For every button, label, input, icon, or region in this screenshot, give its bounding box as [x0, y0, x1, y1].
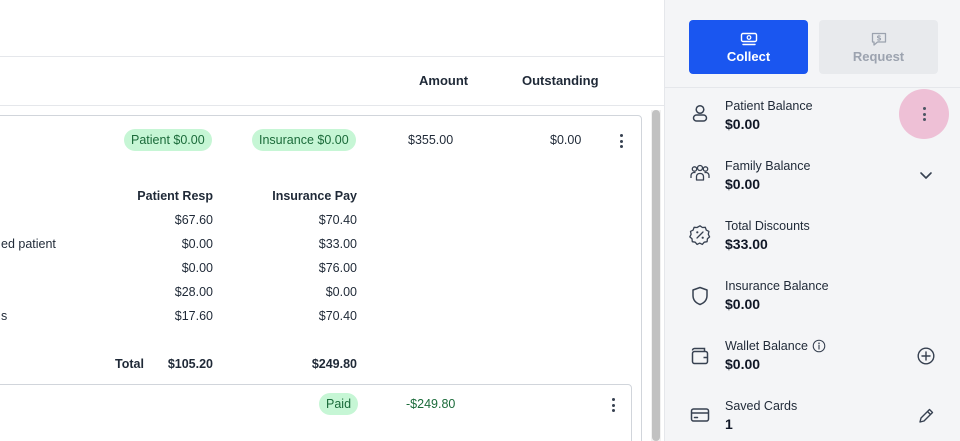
balance-label: Family Balance [725, 159, 811, 173]
balance-label: Patient Balance [725, 99, 813, 113]
balance-value: $0.00 [725, 116, 761, 132]
column-header-outstanding: Outstanding [522, 73, 599, 88]
balance-sidebar: Collect $ Request Patient Balance $0.00 … [664, 0, 960, 441]
patient-balance-more-button[interactable] [899, 89, 949, 139]
row-label: ed patient [1, 237, 56, 251]
row-patient: $28.00 [174, 285, 213, 299]
insurance-balance-row: Insurance Balance $0.00 [665, 279, 960, 339]
total-insurance: $249.80 [311, 357, 357, 371]
row-label: s [1, 309, 8, 323]
card-icon [690, 408, 710, 422]
balance-value: $0.00 [725, 296, 761, 312]
balance-label: Total Discounts [725, 219, 810, 233]
payment-card: Paid -$249.80 [0, 384, 632, 441]
row-insurance: $70.40 [318, 309, 357, 323]
scrollbar[interactable] [651, 110, 661, 441]
chevron-down-icon[interactable] [916, 165, 936, 185]
row-insurance: $76.00 [318, 261, 357, 275]
edit-pencil-icon[interactable] [916, 406, 936, 426]
scrollbar-thumb[interactable] [652, 110, 660, 441]
patient-status-pill: Patient $0.00 [124, 129, 212, 151]
balance-label: Insurance Balance [725, 279, 829, 293]
claim-outstanding: $0.00 [550, 133, 582, 147]
collect-button[interactable]: Collect [689, 20, 808, 74]
payment-more-icon[interactable] [605, 395, 621, 415]
saved-cards-row: Saved Cards 1 [665, 399, 960, 441]
divider [665, 87, 960, 88]
cash-icon [740, 32, 757, 45]
balance-value: 1 [725, 416, 733, 432]
discount-icon [689, 225, 711, 246]
request-label: Request [852, 48, 905, 64]
row-insurance: $70.40 [318, 213, 357, 227]
svg-text:$: $ [876, 33, 881, 42]
claim-amount: $355.00 [408, 133, 454, 147]
balance-label: Wallet Balance [725, 339, 808, 353]
balance-value: $0.00 [725, 176, 761, 192]
more-vertical-icon [922, 107, 926, 110]
family-balance-row: Family Balance $0.00 [665, 159, 960, 219]
family-icon [690, 164, 710, 181]
person-icon [692, 104, 708, 122]
row-insurance: $0.00 [325, 285, 357, 299]
wallet-icon [691, 347, 709, 365]
column-header-amount: Amount [419, 73, 469, 88]
row-patient: $67.60 [174, 213, 213, 227]
collect-label: Collect [726, 48, 771, 64]
balance-value: $33.00 [725, 236, 768, 252]
ledger-panel: Amount Outstanding Patient $0.00 Insuran… [0, 0, 664, 441]
total-patient: $105.20 [167, 357, 213, 371]
chat-dollar-icon: $ [871, 32, 886, 46]
total-discounts-row: Total Discounts $33.00 [665, 219, 960, 279]
request-button[interactable]: $ Request [819, 20, 938, 74]
row-patient: $0.00 [181, 237, 213, 251]
info-icon[interactable] [812, 339, 826, 353]
row-insurance: $33.00 [318, 237, 357, 251]
divider [0, 105, 664, 106]
wallet-balance-row: Wallet Balance $0.00 [665, 339, 960, 399]
paid-status-pill: Paid [319, 393, 359, 415]
row-patient: $17.60 [174, 309, 213, 323]
balance-value: $0.00 [725, 356, 761, 372]
row-patient: $0.00 [181, 261, 213, 275]
balance-label: Saved Cards [725, 399, 798, 413]
insurance-pay-header: Insurance Pay [272, 189, 357, 203]
divider [0, 56, 664, 57]
claim-more-icon[interactable] [613, 131, 629, 151]
add-circle-icon[interactable] [916, 346, 936, 366]
insurance-status-pill: Insurance $0.00 [252, 129, 356, 151]
patient-resp-header: Patient Resp [137, 189, 213, 203]
payment-amount: -$249.80 [406, 397, 456, 411]
shield-icon [692, 286, 708, 306]
